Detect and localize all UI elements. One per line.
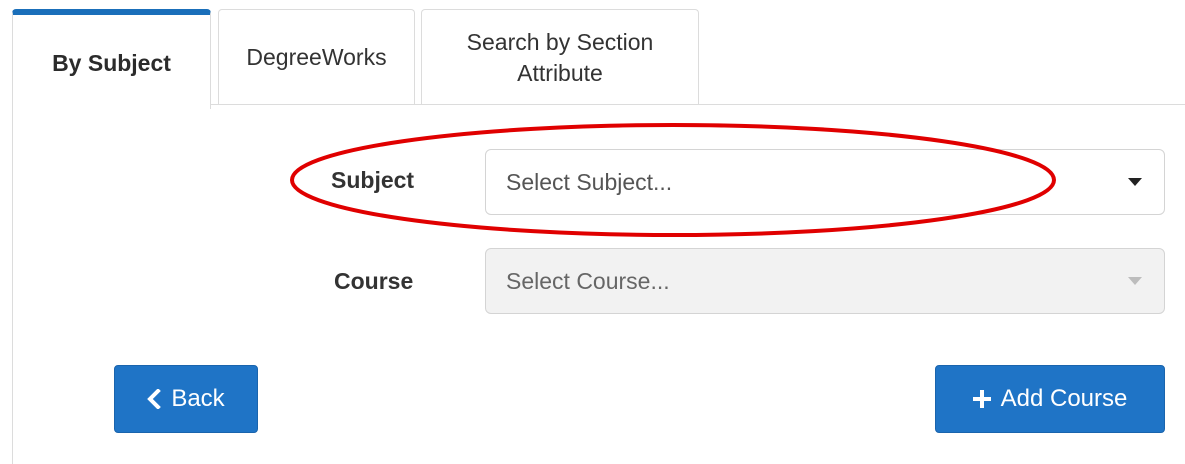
tab-label: DegreeWorks (246, 44, 387, 70)
chevron-left-icon (147, 389, 162, 409)
course-select[interactable]: Select Course... (485, 248, 1165, 314)
add-course-label: Add Course (1000, 385, 1128, 412)
tab-divider (210, 104, 1185, 105)
panel-border (12, 104, 13, 464)
back-label: Back (171, 385, 225, 412)
caret-down-icon (1128, 277, 1142, 285)
add-course-button[interactable]: Add Course (935, 365, 1165, 433)
subject-placeholder: Select Subject... (506, 168, 673, 195)
course-placeholder: Select Course... (506, 267, 670, 294)
tab-label: Search by Section Attribute (466, 28, 654, 86)
caret-down-icon (1128, 178, 1142, 186)
subject-select[interactable]: Select Subject... (485, 149, 1165, 215)
tab-by-subject[interactable]: By Subject (12, 9, 211, 109)
plus-icon (972, 390, 991, 408)
tab-bar: By Subject DegreeWorks Search by Section… (0, 0, 1185, 109)
course-label: Course (334, 268, 414, 294)
tab-label: By Subject (52, 49, 171, 76)
subject-label: Subject (331, 167, 415, 193)
tab-degreeworks[interactable]: DegreeWorks (218, 9, 415, 105)
tab-search-by-section-attribute[interactable]: Search by Section Attribute (421, 9, 699, 105)
back-button[interactable]: Back (114, 365, 258, 433)
